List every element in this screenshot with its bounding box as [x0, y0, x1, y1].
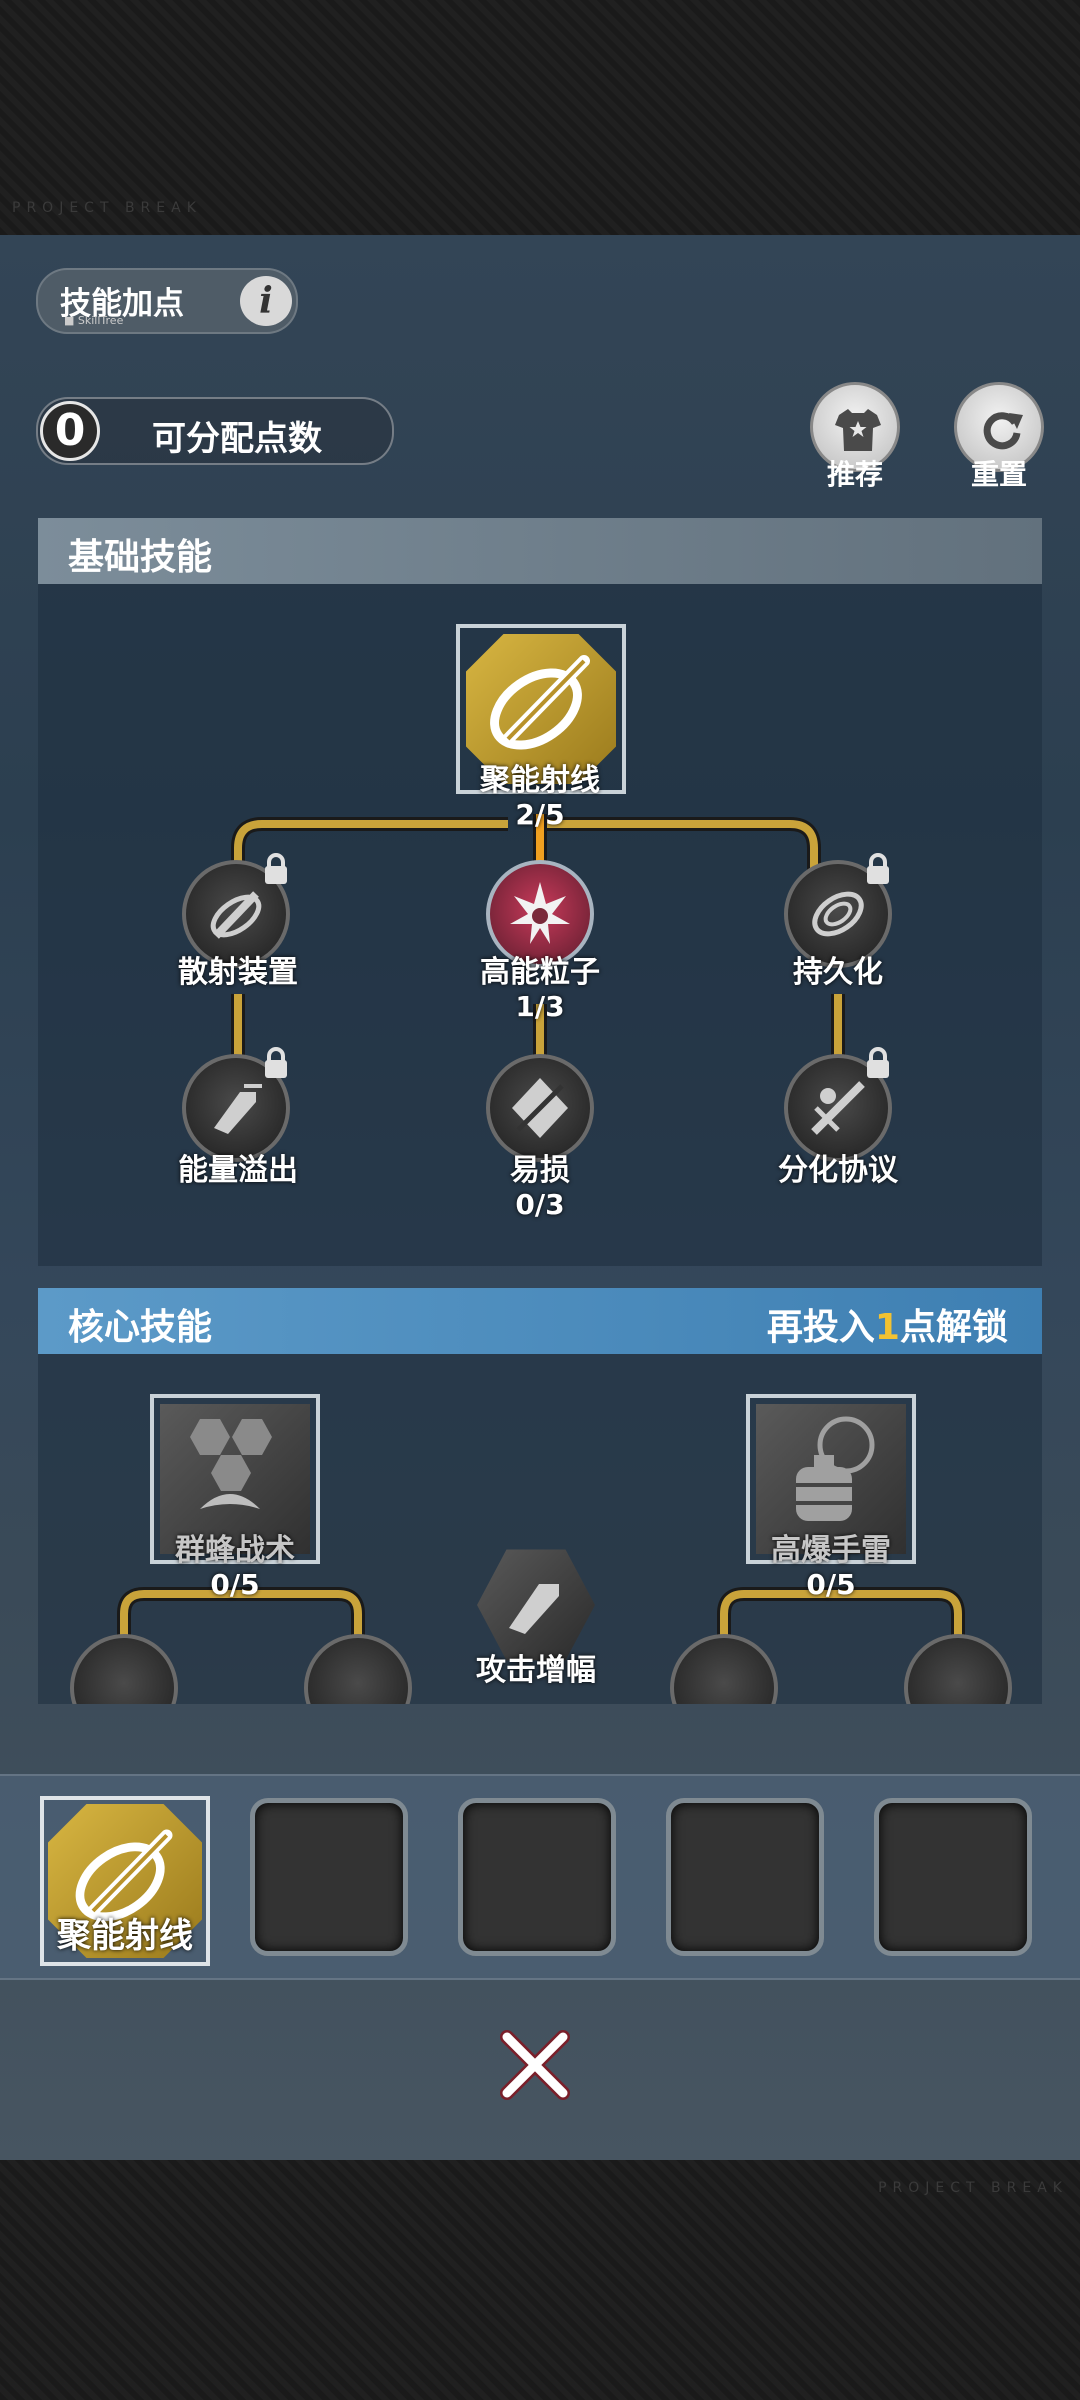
skill-high-explosive-grenade-level: 0/5 [806, 1568, 856, 1601]
reset-label: 重置 [970, 458, 1027, 491]
energy-beam-icon [490, 655, 590, 750]
scatter-device-icon [210, 891, 262, 939]
lock-icon [265, 1047, 287, 1078]
equipped-skill-tray: 聚能射线 [0, 1774, 1080, 1980]
info-icon[interactable]: i [240, 276, 292, 326]
equipped-slot-1[interactable]: 聚能射线 [40, 1796, 210, 1966]
basic-skills-section: 聚能射线 2/5 散射装置 高能粒子 1/3 持久化 能量溢出 易损 0/3 分… [38, 584, 1042, 1266]
division-protocol-icon [811, 1081, 865, 1135]
core-skills-header: 核心技能 再投入1点解锁 [38, 1288, 1042, 1354]
equipped-slot-5[interactable] [874, 1798, 1032, 1956]
skill-root-level: 2/5 [515, 798, 565, 831]
equipped-slot-1-label: 聚能射线 [57, 1916, 193, 1956]
equipped-slot-3[interactable] [458, 1798, 616, 1956]
skill-tree-title-pill: 技能加点 ■ SkillTree i [36, 268, 298, 334]
skill-high-energy-particle-level: 1/3 [515, 990, 565, 1023]
skill-vulnerable[interactable] [486, 1054, 594, 1162]
skill-energy-overflow-name: 能量溢出 [178, 1153, 298, 1188]
brand-watermark-top: PROJECT BREAK [12, 200, 202, 216]
basic-skills-header: 基础技能 [38, 518, 1042, 584]
grenade-icon [796, 1416, 875, 1521]
core-skills-section: 群蜂战术 0/5 攻击增幅 高爆手雷 0/5 [38, 1354, 1042, 1704]
available-points: 0 可分配点数 [36, 397, 394, 465]
core-skills-title: 核心技能 [68, 1307, 213, 1348]
skill-swarm-tactics-level: 0/5 [210, 1568, 260, 1601]
bottom-letterbox [0, 2160, 1080, 2400]
honeycomb-icon [190, 1419, 272, 1509]
skill-persistence-name: 持久化 [793, 955, 883, 990]
skill-attack-boost-name: 攻击增幅 [476, 1653, 596, 1688]
skill-high-energy-particle-name: 高能粒子 [480, 955, 600, 990]
persistence-icon [812, 891, 864, 937]
equipped-slot-2[interactable] [250, 1798, 408, 1956]
lock-icon [867, 1047, 889, 1078]
skill-high-explosive-grenade-name: 高爆手雷 [771, 1533, 891, 1568]
skill-scatter-device-name: 散射装置 [178, 955, 298, 990]
skill-vulnerable-name: 易损 [510, 1153, 570, 1188]
attack-boost-icon [509, 1584, 559, 1634]
skill-vulnerable-level: 0/3 [515, 1188, 565, 1221]
points-count: 0 [40, 401, 100, 461]
vulnerable-icon [512, 1078, 568, 1138]
skill-swarm-tactics-name: 群蜂战术 [175, 1533, 295, 1568]
skill-root-name: 聚能射线 [480, 763, 600, 798]
core-unlock-hint: 再投入1点解锁 [766, 1307, 1008, 1348]
equipped-slot-4[interactable] [666, 1798, 824, 1956]
brand-watermark-bottom: PROJECT BREAK [878, 2180, 1068, 2196]
page-subtitle: ■ SkillTree [64, 314, 124, 327]
energy-overflow-icon [214, 1084, 262, 1134]
recommend-label: 推荐 [826, 458, 883, 491]
lock-icon [265, 853, 287, 884]
points-label: 可分配点数 [152, 419, 322, 459]
basic-skills-title: 基础技能 [68, 537, 213, 578]
close-icon[interactable] [495, 2025, 575, 2105]
skill-high-energy-particle[interactable] [486, 860, 594, 968]
refresh-icon [983, 412, 1023, 450]
lock-icon [867, 853, 889, 884]
shirt-icon [835, 409, 881, 451]
skill-division-protocol-name: 分化协议 [778, 1153, 898, 1188]
explosion-icon [510, 882, 570, 944]
